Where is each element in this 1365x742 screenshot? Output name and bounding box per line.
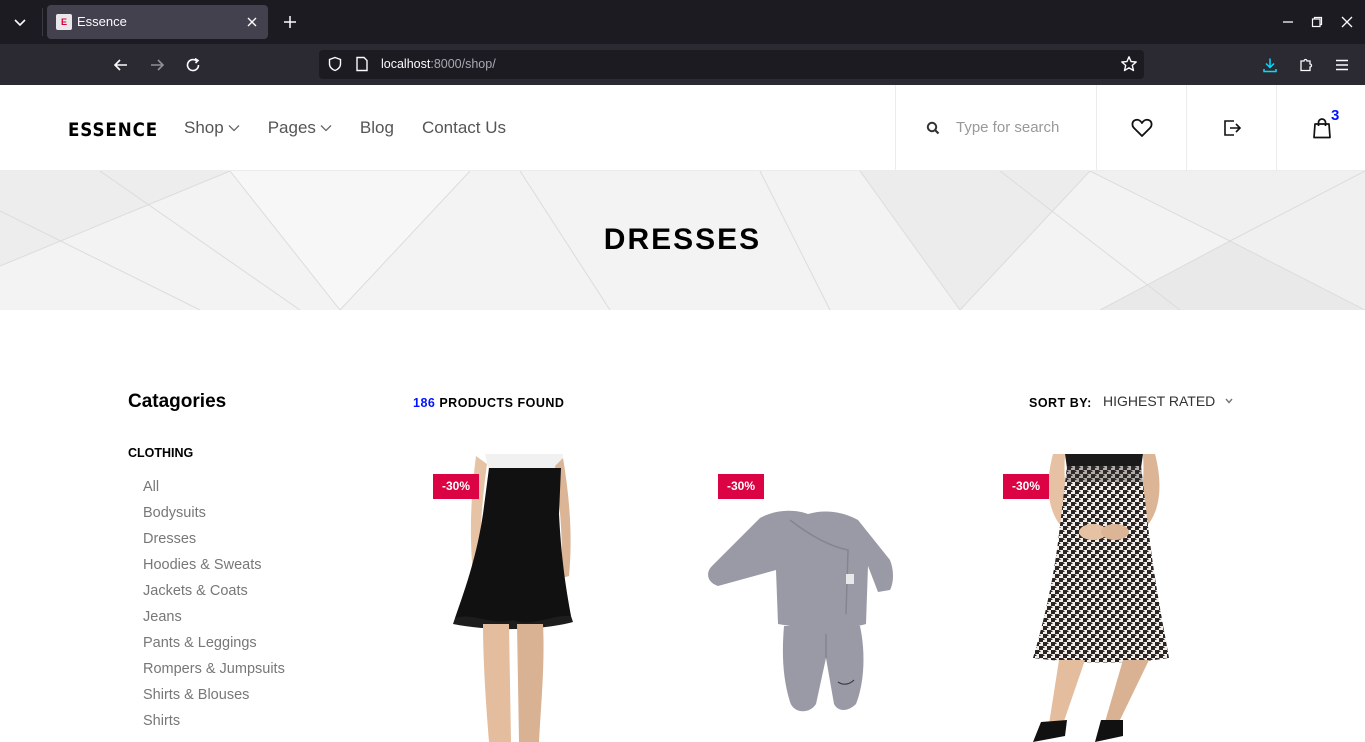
chevron-down-icon [320,125,332,132]
menu-item-label: Pages [267,118,316,137]
product-card[interactable]: -30% [698,454,953,742]
menu-item-blog[interactable]: Blog [360,118,394,138]
account-button[interactable] [1186,85,1276,171]
tab-list-button[interactable] [8,10,32,34]
category-item[interactable]: Bodysuits [143,504,285,530]
arrow-right-icon [151,59,165,71]
browser-tabbar: E Essence [0,0,1365,44]
sort-select[interactable]: HIGHEST RATED [1103,393,1233,409]
category-item[interactable]: Shirts [143,712,285,738]
download-icon [1263,58,1277,73]
new-tab-button[interactable] [280,12,300,32]
puzzle-icon [1300,58,1313,72]
sort-label: SORT BY: [1029,396,1092,410]
arrow-left-icon [113,59,127,71]
heart-icon [1131,118,1152,137]
header-search[interactable]: Type for search [895,85,1097,171]
main-menu: Shop Pages Blog Contact Us [184,118,534,138]
hamburger-icon [1336,59,1348,71]
search-input[interactable]: Type for search [956,119,1059,136]
category-item[interactable]: Dresses [143,530,285,556]
url-path: :8000/shop/ [430,57,496,71]
url-text[interactable]: localhost:8000/shop/ [381,57,496,71]
back-button[interactable] [109,53,133,77]
menu-item-contact[interactable]: Contact Us [422,118,506,138]
products-count: 186 [413,396,436,410]
url-host: localhost [381,57,431,71]
category-item[interactable]: Rompers & Jumpsuits [143,660,285,686]
reload-icon [186,57,200,72]
menu-item-label: Blog [359,118,394,137]
product-card[interactable]: -30% [983,454,1238,742]
cart-count-badge: 3 [1331,107,1340,124]
forward-button[interactable] [145,53,169,77]
minimize-button[interactable] [1278,12,1298,32]
extensions-button[interactable] [1294,53,1318,77]
page-hero: DRESSES [0,171,1365,310]
sign-out-icon [1223,120,1241,136]
menu-item-pages[interactable]: Pages [268,118,332,138]
minimize-icon [1283,21,1293,23]
caret-down-icon [1225,398,1233,404]
category-item[interactable]: Pants & Leggings [143,634,285,660]
menu-item-shop[interactable]: Shop [184,118,240,138]
close-window-button[interactable] [1337,12,1357,32]
category-item[interactable]: Jeans [143,608,285,634]
tab-close-button[interactable] [244,14,260,30]
reload-button[interactable] [181,53,205,77]
discount-badge: -30% [433,474,480,499]
chevron-down-icon [14,19,26,27]
plus-icon [284,16,296,28]
close-icon [247,17,257,27]
shield-icon[interactable] [327,56,343,72]
menu-item-label: Shop [184,118,224,137]
chevron-down-icon [228,125,240,132]
tab-title: Essence [77,14,127,29]
sidebar-title: Catagories [128,391,227,412]
close-icon [1341,16,1353,28]
category-item[interactable]: All [143,478,285,504]
product-card[interactable]: -30% [413,454,668,742]
menu-button[interactable] [1330,53,1354,77]
discount-badge: -30% [1003,474,1050,499]
browser-tab[interactable]: E Essence [47,5,268,39]
restore-button[interactable] [1307,12,1327,32]
page-info-icon[interactable] [355,56,369,72]
shopping-bag-icon [1312,118,1331,139]
search-icon [926,121,940,135]
wishlist-button[interactable] [1096,85,1186,171]
bookmark-star-icon[interactable] [1120,55,1138,73]
category-item[interactable]: Shirts & Blouses [143,686,285,712]
discount-badge: -30% [718,474,765,499]
site-logo[interactable]: ESSENCE [68,119,158,141]
sort-value: HIGHEST RATED [1103,393,1216,409]
downloads-button[interactable] [1258,53,1282,77]
category-item[interactable]: Hoodies & Sweats [143,556,285,582]
favicon-icon: E [56,14,72,30]
browser-toolbar: localhost:8000/shop/ [0,44,1365,85]
category-section-clothing[interactable]: CLOTHING [128,446,193,460]
url-bar[interactable]: localhost:8000/shop/ [319,50,1144,79]
favicon-letter: E [60,17,67,27]
menu-item-label: Contact Us [421,118,507,137]
page-title: DRESSES [603,223,762,256]
category-item[interactable]: Jackets & Coats [143,582,285,608]
site-header: ESSENCE Shop Pages Blog Contact Us Type … [0,85,1365,171]
cart-button[interactable]: 3 [1276,85,1365,171]
tab-separator [42,8,43,36]
products-count-suffix: PRODUCTS FOUND [439,396,565,410]
restore-icon [1311,16,1323,28]
category-list: All Bodysuits Dresses Hoodies & Sweats J… [143,478,285,738]
products-found: 186 PRODUCTS FOUND [413,396,564,410]
